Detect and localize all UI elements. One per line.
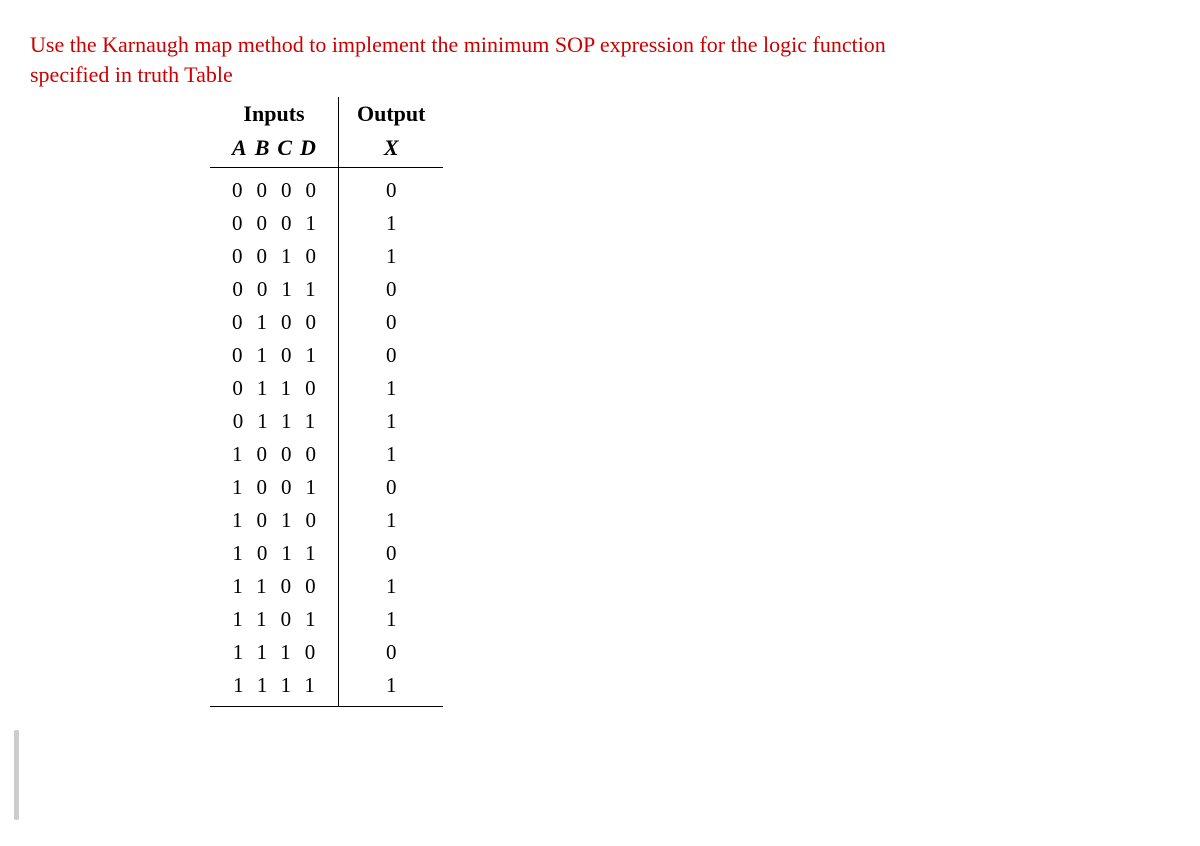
output-cell: 1 [339, 438, 444, 471]
output-cell: 0 [339, 306, 444, 339]
output-cell: 1 [339, 504, 444, 537]
table-row: 11111 [210, 669, 443, 707]
subheader-inputs: ABCD [210, 131, 339, 168]
inputs-cell: 0100 [210, 306, 339, 339]
output-cell: 0 [339, 168, 444, 208]
table-row: 00110 [210, 273, 443, 306]
scroll-indicator [14, 730, 19, 820]
inputs-cell: 1001 [210, 471, 339, 504]
table-row: 10101 [210, 504, 443, 537]
inputs-cell: 0001 [210, 207, 339, 240]
header-inputs: Inputs [210, 97, 339, 131]
table-row: 10110 [210, 537, 443, 570]
subheader-output: X [339, 131, 444, 168]
table-row: 00000 [210, 168, 443, 208]
inputs-cell: 1100 [210, 570, 339, 603]
inputs-cell: 0000 [210, 168, 339, 208]
inputs-cell: 1000 [210, 438, 339, 471]
output-cell: 1 [339, 405, 444, 438]
output-cell: 0 [339, 636, 444, 669]
inputs-cell: 1111 [210, 669, 339, 707]
table-row: 00101 [210, 240, 443, 273]
table-row: 01111 [210, 405, 443, 438]
table-row: 01010 [210, 339, 443, 372]
inputs-cell: 1101 [210, 603, 339, 636]
table-row: 00011 [210, 207, 443, 240]
inputs-cell: 0101 [210, 339, 339, 372]
output-cell: 1 [339, 570, 444, 603]
truth-table-wrap: Inputs Output ABCD X 0000000011001010011… [210, 97, 1170, 707]
truth-table: Inputs Output ABCD X 0000000011001010011… [210, 97, 443, 707]
table-row: 01101 [210, 372, 443, 405]
inputs-cell: 0010 [210, 240, 339, 273]
inputs-cell: 1011 [210, 537, 339, 570]
inputs-cell: 0111 [210, 405, 339, 438]
table-row: 10010 [210, 471, 443, 504]
inputs-cell: 1010 [210, 504, 339, 537]
table-row: 11100 [210, 636, 443, 669]
question-text: Use the Karnaugh map method to implement… [30, 30, 930, 89]
output-cell: 1 [339, 372, 444, 405]
table-row: 11001 [210, 570, 443, 603]
output-cell: 1 [339, 240, 444, 273]
output-cell: 0 [339, 339, 444, 372]
inputs-cell: 0110 [210, 372, 339, 405]
output-cell: 1 [339, 207, 444, 240]
output-cell: 1 [339, 603, 444, 636]
table-row: 01000 [210, 306, 443, 339]
inputs-cell: 0011 [210, 273, 339, 306]
output-cell: 0 [339, 537, 444, 570]
header-output: Output [339, 97, 444, 131]
table-row: 10001 [210, 438, 443, 471]
output-cell: 1 [339, 669, 444, 707]
table-row: 11011 [210, 603, 443, 636]
output-cell: 0 [339, 471, 444, 504]
inputs-cell: 1110 [210, 636, 339, 669]
output-cell: 0 [339, 273, 444, 306]
